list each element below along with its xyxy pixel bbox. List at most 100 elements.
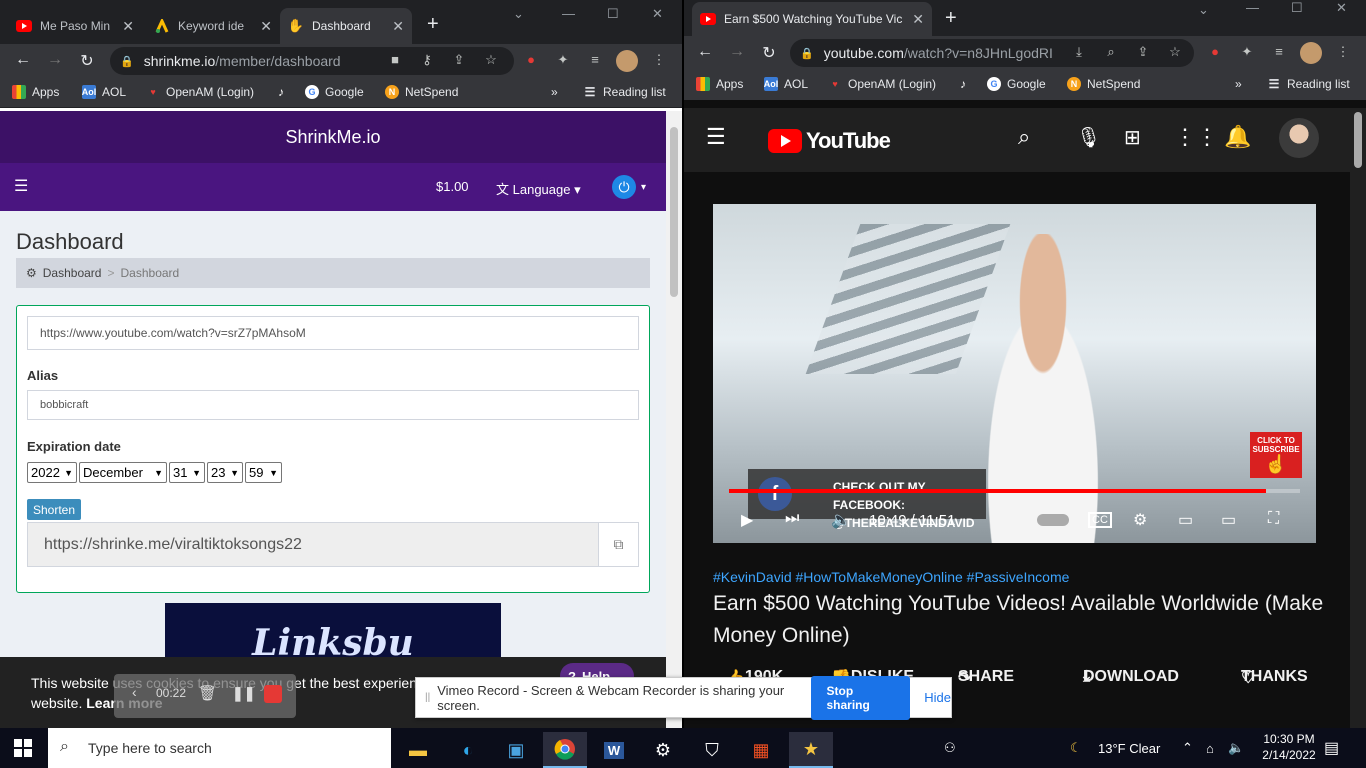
bookmark-google[interactable]: G Google	[305, 85, 364, 99]
video-player[interactable]: f CHECK OUT MY FACEBOOK: @THEREALKEVINDA…	[713, 204, 1316, 543]
media-icon[interactable]: ≡	[1270, 44, 1288, 59]
theater-mode-icon[interactable]: ▭	[1221, 510, 1236, 530]
long-url-input[interactable]: https://www.youtube.com/watch?v=srZ7pMAh…	[27, 316, 639, 350]
bookmark-netspend[interactable]: N NetSpend	[385, 85, 458, 99]
user-menu-caret-icon[interactable]: ▾	[641, 182, 646, 193]
scrollbar-thumb[interactable]	[1354, 112, 1362, 168]
site-brand[interactable]: ShrinkMe.io	[0, 111, 666, 163]
close-tab-icon[interactable]: ✕	[392, 18, 404, 35]
progress-bar[interactable]	[729, 489, 1300, 493]
captions-icon[interactable]: CC	[1088, 512, 1112, 528]
share-icon[interactable]: ⇪	[450, 52, 468, 68]
weather-status[interactable]: 13°F Clear	[1098, 728, 1160, 768]
video-hashtags[interactable]: #KevinDavid #HowToMakeMoneyOnline #Passi…	[713, 569, 1069, 585]
system-clock[interactable]: 10:30 PM 2/14/2022	[1258, 731, 1320, 763]
minimize-button[interactable]: —	[1246, 0, 1259, 15]
hide-button[interactable]: Hide	[924, 690, 951, 705]
new-tab-button[interactable]: +	[427, 14, 439, 34]
next-icon[interactable]: ⏭	[785, 510, 799, 528]
expiration-year-select[interactable]: 2022 ▼	[27, 462, 77, 483]
bookmark-aol[interactable]: Aol AOL	[82, 85, 126, 99]
bookmark-star-icon[interactable]: ☆	[482, 52, 500, 68]
menu-kebab-icon[interactable]: ⋮	[650, 52, 668, 68]
vimeo-record-icon[interactable]: ★	[789, 732, 833, 768]
search-icon[interactable]: ⌕	[1018, 124, 1030, 150]
bookmark-apps[interactable]: Apps	[12, 85, 59, 99]
maximize-button[interactable]: ☐	[1291, 0, 1303, 16]
expiration-month-select[interactable]: December ▼	[79, 462, 167, 483]
bookmark-apps[interactable]: Apps	[696, 77, 743, 91]
share-icon[interactable]: ⇪	[1134, 44, 1152, 60]
power-icon[interactable]: ⏻	[612, 175, 636, 199]
menu-kebab-icon[interactable]: ⋮	[1334, 44, 1352, 60]
collapse-arrow-icon[interactable]: ‹	[132, 684, 137, 700]
people-icon[interactable]: ⚇	[944, 728, 956, 768]
camera-icon[interactable]: ■	[386, 52, 404, 67]
back-button[interactable]: ←	[695, 43, 715, 61]
settings-gear-icon[interactable]: ⚙	[641, 732, 685, 768]
tab-me-paso[interactable]: Me Paso Min ✕	[8, 8, 142, 44]
show-hidden-icons-chevron[interactable]: ⌃	[1182, 728, 1193, 768]
profile-avatar[interactable]	[616, 50, 638, 72]
scrollbar-thumb[interactable]	[670, 127, 678, 297]
bookmark-tiktok[interactable]: ♪	[956, 77, 976, 91]
bookmark-openam[interactable]: ♥ OpenAM (Login)	[828, 77, 936, 91]
windows-start-icon[interactable]	[14, 739, 32, 757]
expiration-hour-select[interactable]: 23 ▼	[207, 462, 243, 483]
chrome-icon[interactable]	[543, 732, 587, 768]
autoplay-toggle[interactable]	[1037, 514, 1069, 526]
security-shield-icon[interactable]: ⛉	[690, 732, 734, 768]
forward-button[interactable]: →	[45, 51, 65, 69]
trash-icon[interactable]: 🗑	[198, 684, 217, 702]
miniplayer-icon[interactable]: ▭	[1178, 510, 1193, 530]
stop-record-icon[interactable]	[264, 685, 282, 703]
tab-earn-500[interactable]: Earn $500 Watching YouTube Vic ✕	[692, 2, 932, 36]
zoom-icon[interactable]: ⌕	[1102, 44, 1120, 60]
maximize-button[interactable]: ☐	[607, 6, 619, 22]
profile-avatar[interactable]	[1300, 42, 1322, 64]
tab-search-icon[interactable]: ⌄	[1198, 2, 1209, 18]
forward-button[interactable]: →	[727, 43, 747, 61]
close-window-button[interactable]: ✕	[652, 6, 663, 22]
drag-handle-icon[interactable]: ||	[425, 692, 430, 703]
shorten-button[interactable]: Shorten	[27, 499, 82, 520]
close-tab-icon[interactable]: ✕	[122, 18, 134, 35]
expiration-day-select[interactable]: 31 ▼	[169, 462, 205, 483]
install-app-icon[interactable]: ⤓	[1070, 44, 1088, 60]
language-dropdown[interactable]: ⽂ Language ▾	[496, 179, 581, 198]
file-explorer-icon[interactable]: ▬	[396, 732, 440, 768]
tab-keyword-ideas[interactable]: Keyword ide ✕	[146, 8, 280, 44]
copy-icon[interactable]: ⧉	[598, 523, 638, 566]
extensions-icon[interactable]: ✦	[554, 52, 572, 68]
word-icon[interactable]: W	[592, 732, 636, 768]
left-scrollbar[interactable]	[666, 111, 682, 728]
bookmark-aol[interactable]: Aol AOL	[764, 77, 808, 91]
edge-icon[interactable]: ◐	[446, 732, 490, 768]
alias-input[interactable]: bobbicraft	[27, 390, 639, 420]
volume-icon[interactable]: 🔈	[831, 510, 851, 530]
play-icon[interactable]: ▶	[741, 510, 753, 530]
media-icon[interactable]: ≡	[586, 52, 604, 67]
breadcrumb-link-dashboard[interactable]: Dashboard	[43, 266, 102, 280]
close-window-button[interactable]: ✕	[1336, 0, 1347, 16]
tab-search-icon[interactable]: ⌄	[513, 6, 524, 22]
linksbu-ad-banner[interactable]: Linksbu	[165, 603, 501, 663]
bookmark-google[interactable]: G Google	[987, 77, 1046, 91]
control-panel-icon[interactable]: ▣	[494, 732, 538, 768]
reload-button[interactable]: ↻	[77, 51, 97, 71]
new-tab-button[interactable]: +	[945, 8, 957, 28]
expiration-minute-select[interactable]: 59 ▼	[245, 462, 282, 483]
bookmark-netspend[interactable]: N NetSpend	[1067, 77, 1140, 91]
pause-icon[interactable]: ❚❚	[232, 685, 255, 702]
short-url-output[interactable]: https://shrinke.me/viraltiktoksongs22 ⧉	[27, 522, 639, 567]
key-icon[interactable]: ⚷	[418, 52, 436, 68]
more-bookmarks-chevron-icon[interactable]: »	[551, 85, 558, 99]
reading-list-button[interactable]: ☰ Reading list	[583, 85, 666, 99]
fullscreen-icon[interactable]: ⛶	[1268, 510, 1279, 528]
more-bookmarks-chevron-icon[interactable]: »	[1235, 77, 1242, 91]
stop-sharing-button[interactable]: Stop sharing	[810, 675, 911, 720]
account-avatar[interactable]	[1279, 118, 1319, 158]
hamburger-menu-icon[interactable]: ☰	[706, 124, 726, 150]
record-extension-icon[interactable]: ●	[522, 52, 540, 67]
taskbar-search-box[interactable]: ⌕ Type here to search	[48, 728, 391, 768]
